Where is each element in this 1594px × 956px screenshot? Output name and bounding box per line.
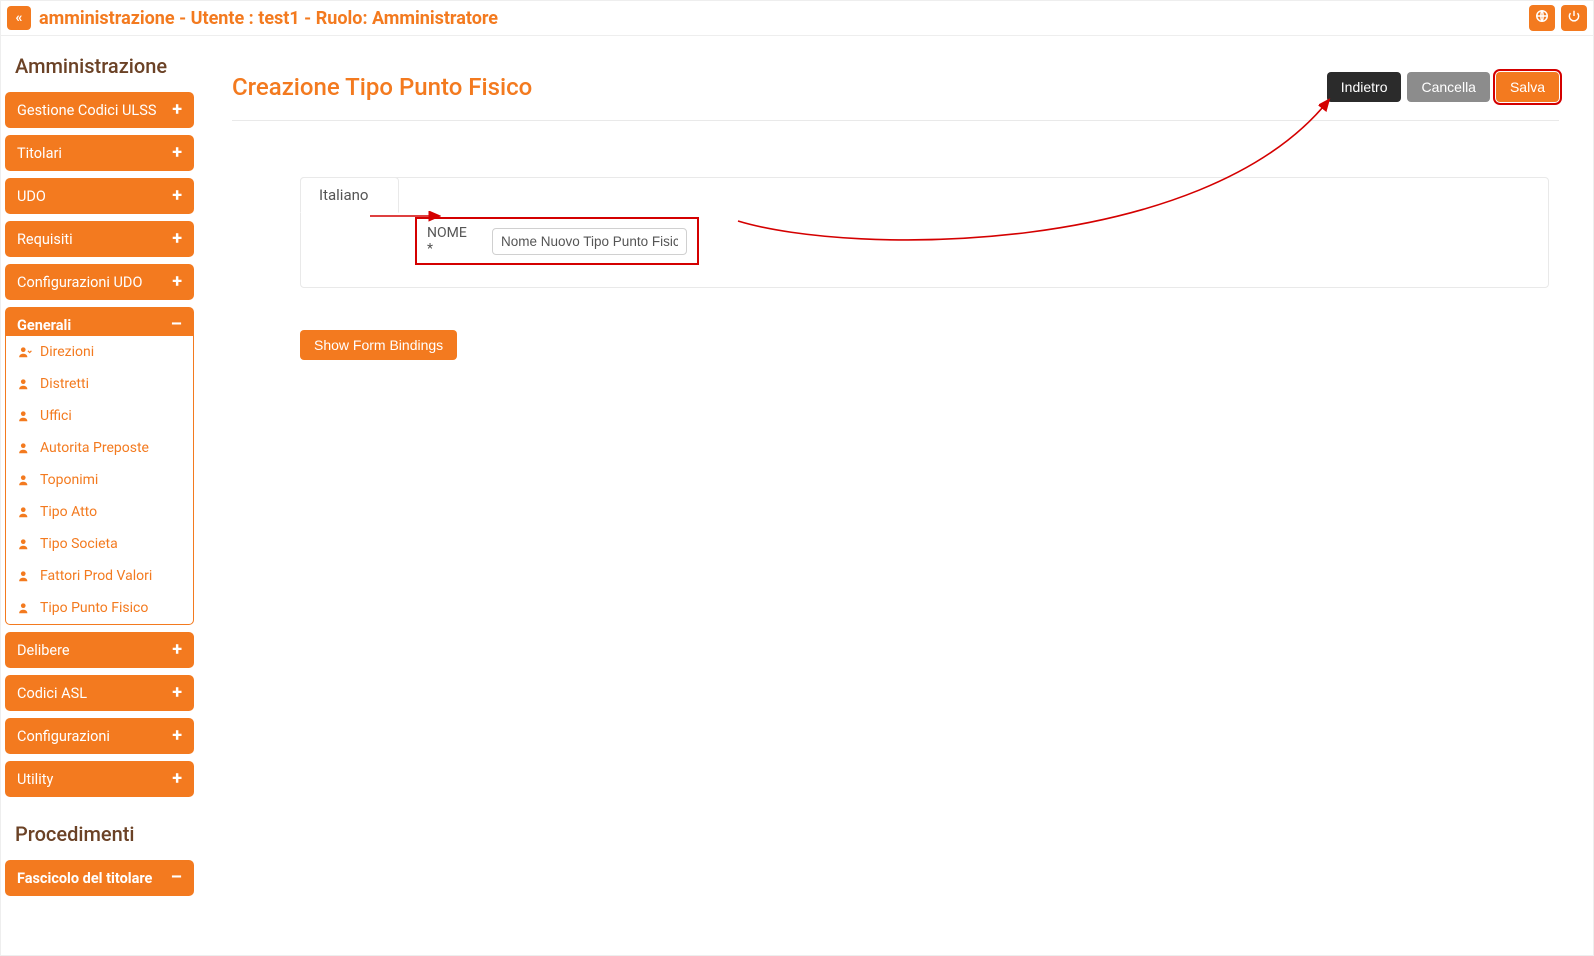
submenu-item-tipo-atto[interactable]: Tipo Atto (6, 496, 193, 528)
person-icon (18, 345, 32, 359)
submenu-label: Fattori Prod Valori (40, 568, 152, 584)
submenu-item-fattori-prod-valori[interactable]: Fattori Prod Valori (6, 560, 193, 592)
topbar-left: « amministrazione - Utente : test1 - Ruo… (7, 6, 498, 30)
power-icon (1567, 9, 1581, 27)
submenu-label: Uffici (40, 408, 72, 424)
person-icon (18, 505, 32, 519)
field-row-nome: NOME * (415, 217, 699, 265)
globe-icon (1535, 9, 1549, 27)
plus-icon: + (172, 187, 182, 205)
chevron-left-icon: « (16, 10, 23, 26)
submenu-item-uffici[interactable]: Uffici (6, 400, 193, 432)
person-icon (18, 441, 32, 455)
collapse-sidebar-button[interactable]: « (7, 6, 31, 30)
person-icon (18, 601, 32, 615)
menu-group-gestione-codici-ulss[interactable]: Gestione Codici ULSS + (5, 92, 194, 128)
plus-icon: + (172, 684, 182, 702)
submenu-item-toponimi[interactable]: Toponimi (6, 464, 193, 496)
menu-group-fascicolo-del-titolare[interactable]: Fascicolo del titolare – (5, 860, 194, 896)
submenu-label: Tipo Punto Fisico (40, 600, 148, 616)
submenu-item-direzioni[interactable]: Direzioni (6, 336, 193, 368)
plus-icon: + (172, 770, 182, 788)
page-title: Creazione Tipo Punto Fisico (232, 73, 532, 101)
menu-label: Delibere (17, 642, 70, 659)
menu-label: UDO (17, 188, 46, 205)
logout-button[interactable] (1561, 5, 1587, 31)
menu-label: Requisiti (17, 231, 73, 248)
submenu-item-distretti[interactable]: Distretti (6, 368, 193, 400)
submenu-label: Autorita Preposte (40, 440, 149, 456)
person-icon (18, 377, 32, 391)
save-button[interactable]: Salva (1496, 72, 1559, 102)
topbar-right (1529, 5, 1587, 31)
submenu-label: Tipo Societa (40, 536, 118, 552)
submenu-item-tipo-societa[interactable]: Tipo Societa (6, 528, 193, 560)
menu-group-delibere[interactable]: Delibere + (5, 632, 194, 668)
menu-label: Codici ASL (17, 685, 87, 702)
menu-group-codici-asl[interactable]: Codici ASL + (5, 675, 194, 711)
menu-label: Configurazioni UDO (17, 274, 142, 291)
menu-label: Gestione Codici ULSS (17, 102, 156, 119)
submenu-generali: Direzioni Distretti Uffici Autorita Prep… (5, 336, 194, 625)
person-icon (18, 569, 32, 583)
plus-icon: + (172, 144, 182, 162)
person-icon (18, 409, 32, 423)
section-title-amministrazione: Amministrazione (5, 36, 194, 92)
plus-icon: + (172, 727, 182, 745)
menu-label: Configurazioni (17, 728, 110, 745)
menu-label: Utility (17, 771, 53, 788)
plus-icon: + (172, 641, 182, 659)
topbar: « amministrazione - Utente : test1 - Ruo… (1, 1, 1593, 36)
main-content: Creazione Tipo Punto Fisico Indietro Can… (198, 36, 1593, 956)
menu-group-titolari[interactable]: Titolari + (5, 135, 194, 171)
menu-label: Fascicolo del titolare (17, 870, 152, 887)
cancel-button[interactable]: Cancella (1407, 72, 1489, 102)
menu-group-udo[interactable]: UDO + (5, 178, 194, 214)
plus-icon: + (172, 101, 182, 119)
annotation-arrow-left (368, 201, 448, 231)
submenu-label: Toponimi (40, 472, 98, 488)
person-icon (18, 537, 32, 551)
topbar-title: amministrazione - Utente : test1 - Ruolo… (39, 8, 498, 29)
header-actions: Indietro Cancella Salva (1327, 72, 1559, 102)
submenu-item-tipo-punto-fisico[interactable]: Tipo Punto Fisico (6, 592, 193, 624)
sidebar: Amministrazione Gestione Codici ULSS + T… (1, 36, 198, 956)
plus-icon: + (172, 273, 182, 291)
minus-icon: – (171, 316, 182, 334)
menu-group-utility[interactable]: Utility + (5, 761, 194, 797)
show-form-bindings-button[interactable]: Show Form Bindings (300, 330, 457, 360)
menu-group-requisiti[interactable]: Requisiti + (5, 221, 194, 257)
minus-icon: – (171, 869, 182, 887)
menu-group-configurazioni[interactable]: Configurazioni + (5, 718, 194, 754)
language-button[interactable] (1529, 5, 1555, 31)
person-icon (18, 473, 32, 487)
submenu-label: Distretti (40, 376, 89, 392)
submenu-label: Direzioni (40, 344, 94, 360)
menu-label: Titolari (17, 145, 62, 162)
menu-label: Generali (17, 317, 71, 334)
submenu-item-autorita-preposte[interactable]: Autorita Preposte (6, 432, 193, 464)
nome-input[interactable] (492, 228, 687, 255)
submenu-label: Tipo Atto (40, 504, 97, 520)
menu-group-configurazioni-udo[interactable]: Configurazioni UDO + (5, 264, 194, 300)
section-title-procedimenti: Procedimenti (5, 804, 194, 860)
plus-icon: + (172, 230, 182, 248)
annotation-arrow-curve (733, 91, 1343, 261)
